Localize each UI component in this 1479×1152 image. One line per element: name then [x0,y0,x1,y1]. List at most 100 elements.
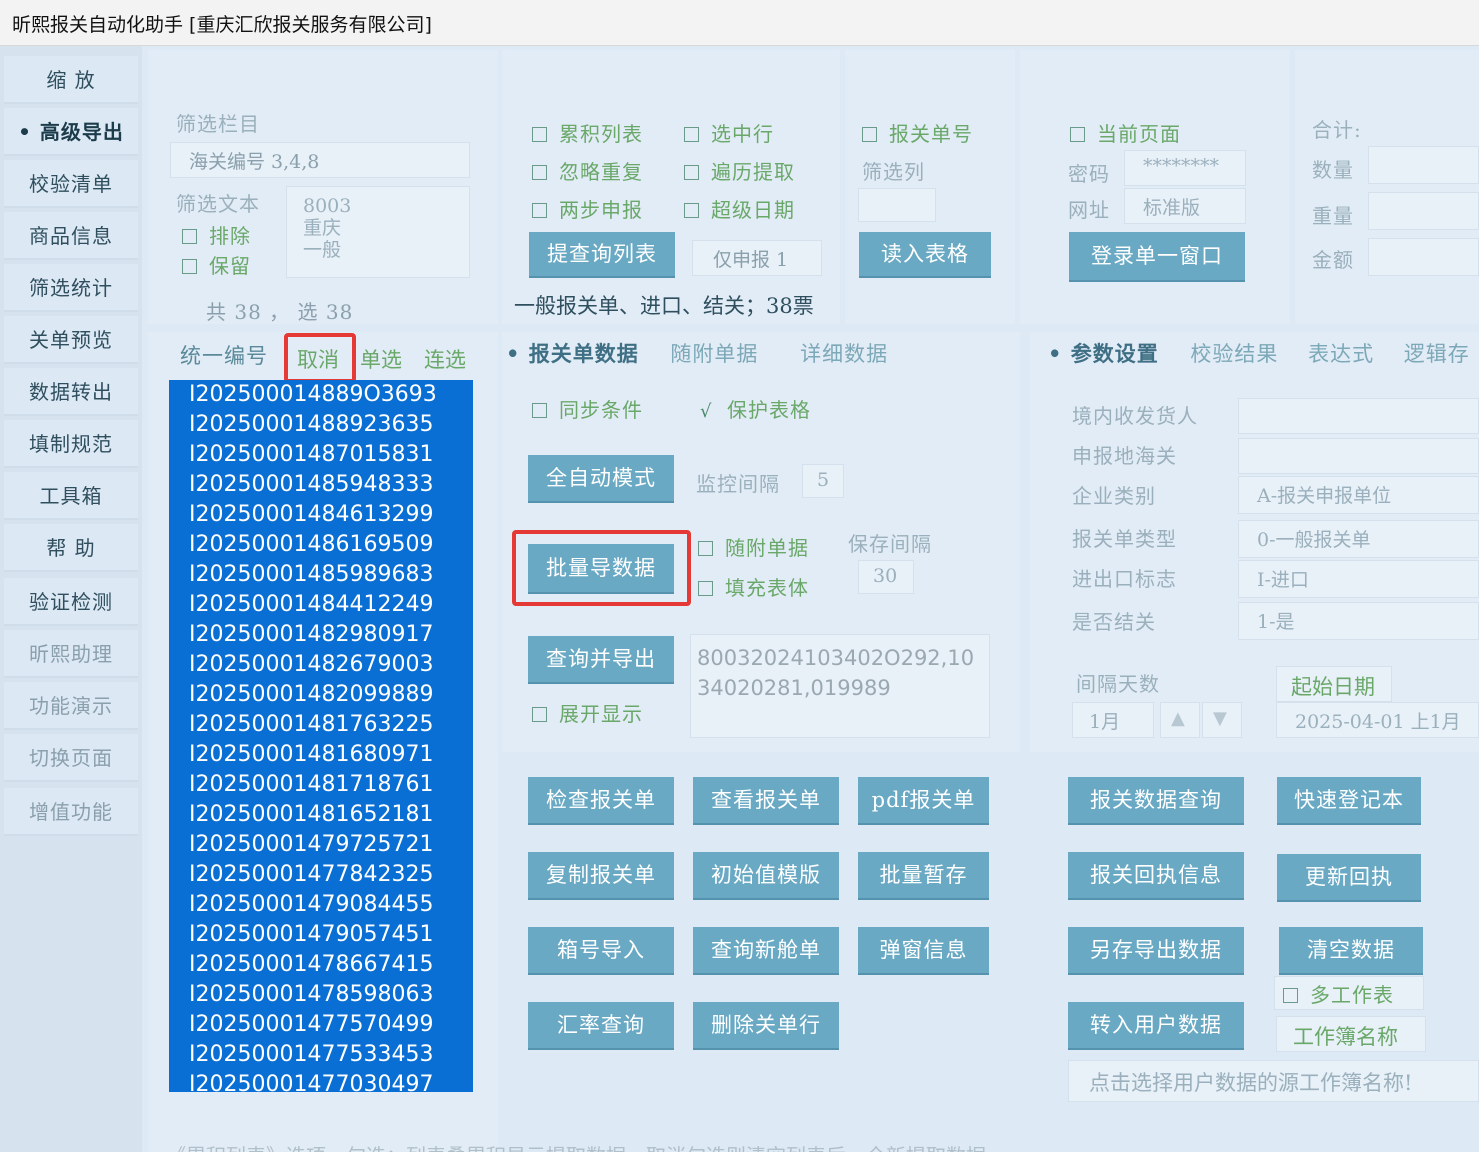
tab-expression[interactable]: 表达式 [1308,342,1374,366]
sidebar-item-demo[interactable]: 功能演示 [4,682,138,730]
decl-type-field[interactable]: 0-一般报关单 [1238,520,1479,558]
list-item[interactable]: I20250001481652181 [169,800,473,830]
interval-down-button[interactable]: ▼ [1202,702,1242,738]
cumulative-checkbox[interactable]: 累积列表 [532,118,643,147]
list-item[interactable]: I20250001481718761 [169,770,473,800]
sidebar-item-rules[interactable]: 填制规范 [4,420,138,468]
sidebar-item-switch-page[interactable]: 切换页面 [4,734,138,782]
list-item[interactable]: I20250001487015831 [169,440,473,470]
sidebar-item-verify-list[interactable]: 校验清单 [4,160,138,208]
sidebar-item-preview[interactable]: 关单预览 [4,316,138,364]
pdf-decl-button[interactable]: pdf报关单 [858,777,989,823]
list-item[interactable]: I20250001477842325 [169,860,473,890]
list-item[interactable]: I20250001488923635 [169,410,473,440]
save-interval-field[interactable]: 30 [858,560,914,594]
init-template-button[interactable]: 初始值模版 [693,852,839,898]
sidebar-item-zoom[interactable]: 缩 放 [4,56,138,104]
sidebar-item-assistant[interactable]: 昕熙助理 [4,630,138,678]
sidebar-item-filter-stats[interactable]: 筛选统计 [4,264,138,312]
expand-checkbox[interactable]: 展开显示 [532,698,643,727]
query-manifest-button[interactable]: 查询新舱单 [693,927,839,973]
tab-check-result[interactable]: 校验结果 [1190,342,1278,366]
start-date-field[interactable]: 2025-04-01 上1月 [1276,702,1479,738]
tab-attached[interactable]: 随附单据 [670,342,758,366]
list-item[interactable]: I20250001482980917 [169,620,473,650]
popup-info-button[interactable]: 弹窗信息 [858,927,989,973]
single-select-link[interactable]: 单选 [360,344,402,374]
list-item[interactable]: I20250001481680971 [169,740,473,770]
cancel-link[interactable]: 取消 [297,344,339,374]
login-button[interactable]: 登录单一窗口 [1069,232,1245,280]
current-page-checkbox[interactable]: 当前页面 [1070,118,1181,147]
query-numbers-field[interactable]: 80032024103402O292,1034020281,019989 [690,634,990,738]
start-date-label[interactable]: 起始日期 [1276,666,1392,702]
quick-register-button[interactable]: 快速登记本 [1277,777,1421,823]
list-item[interactable]: I20250001479057451 [169,920,473,950]
ent-type-field[interactable]: A-报关申报单位 [1238,476,1479,514]
list-item[interactable]: I20250001478667415 [169,950,473,980]
workbook-name-label[interactable]: 工作簿名称 [1276,1016,1426,1052]
fill-body-checkbox[interactable]: 填充表体 [698,572,809,601]
decl-data-query-button[interactable]: 报关数据查询 [1068,777,1244,823]
sync-checkbox[interactable]: 同步条件 [532,394,643,423]
read-sheet-button[interactable]: 读入表格 [859,232,991,276]
interval-days-field[interactable]: 1月 [1072,702,1154,738]
sidebar-item-value-added[interactable]: 增值功能 [4,788,138,836]
list-item[interactable]: I20250001477030497 [169,1070,473,1092]
delete-row-button[interactable]: 删除关单行 [693,1002,839,1048]
filter-column-field[interactable]: 海关编号 3,4,8 [170,142,470,178]
list-item[interactable]: I202500014889O3693 [169,380,473,410]
list-item[interactable]: I20250001484412249 [169,590,473,620]
batch-save-button[interactable]: 批量暂存 [858,852,989,898]
sidebar-item-advanced-export[interactable]: 高级导出 [4,108,138,156]
list-item[interactable]: I20250001486169509 [169,530,473,560]
list-item[interactable]: I20250001481763225 [169,710,473,740]
sidebar-item-toolbox[interactable]: 工具箱 [4,472,138,520]
ie-flag-field[interactable]: I-进口 [1238,560,1479,598]
sidebar-item-help[interactable]: 帮 助 [4,524,138,572]
url-field[interactable]: 标准版 [1124,188,1246,224]
customs-field[interactable] [1238,438,1479,474]
list-item[interactable]: I20250001477570499 [169,1010,473,1040]
sidebar-item-validate[interactable]: 验证检测 [4,578,138,626]
exclude-checkbox[interactable]: 排除 [182,220,251,249]
list-item[interactable]: I20250001479084455 [169,890,473,920]
tab-decl-data[interactable]: • 报关单数据 [506,341,639,366]
over-date-checkbox[interactable]: 超级日期 [684,194,795,223]
list-item[interactable]: I20250001485948333 [169,470,473,500]
list-item[interactable]: I20250001479725721 [169,830,473,860]
save-export-button[interactable]: 另存导出数据 [1068,927,1244,973]
monitor-field[interactable]: 5 [802,464,844,498]
batch-import-button[interactable]: 批量导数据 [528,544,674,592]
tab-params[interactable]: • 参数设置 [1048,341,1159,366]
sidebar-item-data-out[interactable]: 数据转出 [4,368,138,416]
traverse-checkbox[interactable]: 遍历提取 [684,156,795,185]
clear-data-button[interactable]: 清空数据 [1279,927,1423,973]
attach-checkbox[interactable]: 随附单据 [698,532,809,561]
select-row-checkbox[interactable]: 选中行 [684,118,774,147]
exchange-rate-button[interactable]: 汇率查询 [528,1002,674,1048]
consignee-field[interactable] [1238,398,1479,434]
sidebar-item-product-info[interactable]: 商品信息 [4,212,138,260]
list-item[interactable]: I20250001482679003 [169,650,473,680]
import-user-data-button[interactable]: 转入用户数据 [1068,1002,1244,1048]
filter-text-field[interactable]: 8003 重庆 一般 [286,186,470,278]
container-import-button[interactable]: 箱号导入 [528,927,674,973]
copy-decl-button[interactable]: 复制报关单 [528,852,674,898]
list-item[interactable]: I20250001478598063 [169,980,473,1010]
check-decl-button[interactable]: 检查报关单 [528,777,674,823]
source-workbook-hint[interactable]: 点击选择用户数据的源工作簿名称! [1068,1060,1479,1102]
extract-list-button[interactable]: 提查询列表 [529,232,675,276]
protect-checkbox[interactable]: √ 保护表格 [700,394,811,423]
filter-col-field[interactable] [858,188,936,222]
receipt-info-button[interactable]: 报关回执信息 [1068,852,1244,898]
interval-up-button[interactable]: ▲ [1160,702,1200,738]
multi-select-link[interactable]: 连选 [424,344,466,374]
query-export-button[interactable]: 查询并导出 [528,636,674,682]
list-item[interactable]: I20250001477533453 [169,1040,473,1070]
closed-field[interactable]: 1-是 [1238,602,1479,640]
pwd-field[interactable]: ******** [1124,150,1246,186]
multi-sheet-checkbox[interactable]: 多工作表 [1274,976,1424,1010]
view-decl-button[interactable]: 查看报关单 [693,777,839,823]
list-item[interactable]: I20250001485989683 [169,560,473,590]
